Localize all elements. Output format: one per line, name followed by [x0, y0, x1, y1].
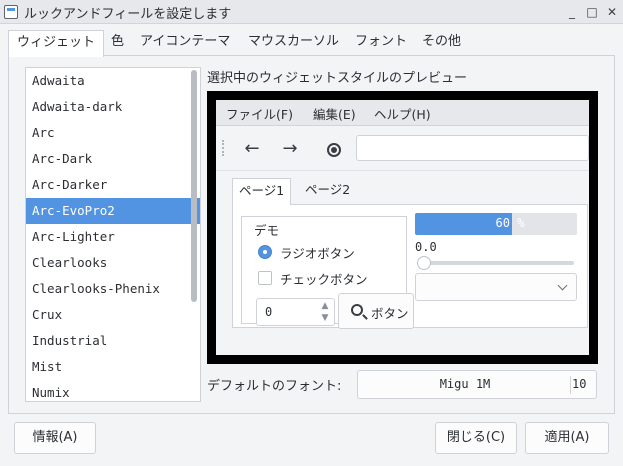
default-font-label: デフォルトのフォント: — [207, 379, 342, 394]
theme-list-items: Adwaita Adwaita-dark Arc Arc-Dark Arc-Darker… — [26, 68, 200, 401]
demo-scale-knob[interactable] — [417, 256, 431, 270]
demo-radio[interactable] — [258, 245, 272, 259]
toolbar-grip[interactable] — [222, 140, 225, 156]
title-bar: ルックアンドフィールを設定します _ □ ✕ — [0, 0, 623, 24]
font-separator — [570, 376, 571, 394]
tab-other[interactable]: その他 — [414, 30, 469, 56]
demo-progress-bar: 60 % — [415, 213, 577, 235]
preview-menubar: ファイル(F) 編集(E) ヘルプ(H) — [216, 100, 589, 126]
menu-help[interactable]: ヘルプ(H) — [374, 104, 431, 123]
demo-checkbox-label[interactable]: チェックボタン — [280, 269, 368, 288]
theme-list-item[interactable]: Arc-Lighter — [26, 224, 200, 250]
theme-list-item[interactable]: Mist — [26, 354, 200, 380]
demo-frame-label: デモ — [252, 220, 282, 239]
close-icon[interactable]: ✕ — [604, 4, 620, 20]
theme-list-item[interactable]: Arc-Darker — [26, 172, 200, 198]
theme-list-item[interactable]: Adwaita-dark — [26, 94, 200, 120]
preview-page1-panel: デモ ラジオボタン チェックボタン 0 ▲ ▼ ボタン 60 % 0.0 — [232, 204, 588, 329]
maximize-icon[interactable]: □ — [584, 4, 600, 20]
menu-file[interactable]: ファイル(F) — [226, 104, 293, 123]
theme-list-item[interactable]: Arc-EvoPro2 — [26, 198, 200, 224]
theme-list-item[interactable]: Arc-Dark — [26, 146, 200, 172]
theme-list-item[interactable]: Industrial — [26, 328, 200, 354]
font-name: Migu 1M — [439, 377, 491, 391]
tab-mouse-cursor[interactable]: マウスカーソル — [240, 30, 347, 56]
theme-list-item[interactable]: Arc — [26, 120, 200, 146]
preview-tab-page2[interactable]: ページ2 — [299, 178, 356, 204]
theme-list-item[interactable]: Clearlooks — [26, 250, 200, 276]
preview-tab-page1[interactable]: ページ1 — [232, 178, 292, 205]
theme-list-scrollbar[interactable] — [188, 68, 200, 401]
chevron-down-icon — [557, 280, 568, 291]
search-icon — [351, 304, 363, 316]
preview-notebook: デモ ラジオボタン チェックボタン 0 ▲ ▼ ボタン 60 % 0.0 ページ… — [232, 178, 588, 329]
font-size: 10 — [572, 377, 587, 391]
demo-scale-trough[interactable] — [419, 261, 574, 265]
demo-spin-button[interactable]: 0 ▲ ▼ — [256, 298, 335, 326]
minimize-icon[interactable]: _ — [564, 4, 580, 20]
preview-entry[interactable] — [356, 135, 589, 161]
theme-list-item[interactable]: Adwaita — [26, 68, 200, 94]
record-icon[interactable] — [327, 143, 341, 157]
theme-list-item[interactable]: Crux — [26, 302, 200, 328]
app-icon — [4, 5, 18, 19]
tab-color[interactable]: 色 — [103, 30, 132, 56]
close-button[interactable]: 閉じる(C) — [435, 422, 517, 454]
demo-checkbox[interactable] — [258, 271, 272, 285]
preview-label: 選択中のウィジェットスタイルのプレビュー — [207, 71, 468, 86]
demo-combo-box[interactable] — [415, 273, 577, 301]
spin-value: 0 — [265, 305, 273, 319]
progress-text: 60 % — [495, 216, 525, 230]
theme-list-item[interactable]: Numix — [26, 380, 200, 401]
scrollbar-thumb[interactable] — [191, 70, 197, 302]
scale-value: 0.0 — [415, 240, 437, 254]
tab-font[interactable]: フォント — [347, 30, 415, 56]
demo-radio-label[interactable]: ラジオボタン — [280, 243, 355, 262]
preview-frame: ファイル(F) 編集(E) ヘルプ(H) ← → デモ ラジオボタン チェックボ… — [207, 91, 598, 364]
tab-bar: ウィジェット 色 アイコンテーマ マウスカーソル フォント その他 — [8, 30, 614, 57]
menu-edit[interactable]: 編集(E) — [313, 104, 356, 123]
search-button-label: ボタン — [371, 306, 409, 321]
apply-button[interactable]: 適用(A) — [525, 422, 609, 454]
back-arrow-icon[interactable]: ← — [240, 137, 264, 161]
forward-arrow-icon[interactable]: → — [278, 137, 302, 161]
demo-frame: デモ ラジオボタン チェックボタン 0 ▲ ▼ ボタン — [241, 216, 414, 329]
tab-widget[interactable]: ウィジェット — [8, 30, 105, 57]
tab-icon-theme[interactable]: アイコンテーマ — [132, 30, 238, 56]
window-title: ルックアンドフィールを設定します — [24, 7, 232, 22]
about-button[interactable]: 情報(A) — [14, 422, 96, 454]
chevron-up-icon[interactable]: ▲ — [320, 301, 330, 311]
theme-list-item[interactable]: Clearlooks-Phenix — [26, 276, 200, 302]
preview-toolbar: ← → — [216, 127, 589, 171]
demo-search-button[interactable]: ボタン — [338, 293, 414, 329]
chevron-down-icon[interactable]: ▼ — [320, 313, 330, 323]
theme-list: Adwaita Adwaita-dark Arc Arc-Dark Arc-Darker… — [25, 67, 201, 402]
preview-window: ファイル(F) 編集(E) ヘルプ(H) ← → デモ ラジオボタン チェックボ… — [216, 100, 589, 355]
font-chooser-button[interactable]: Migu 1M 10 — [357, 370, 597, 399]
